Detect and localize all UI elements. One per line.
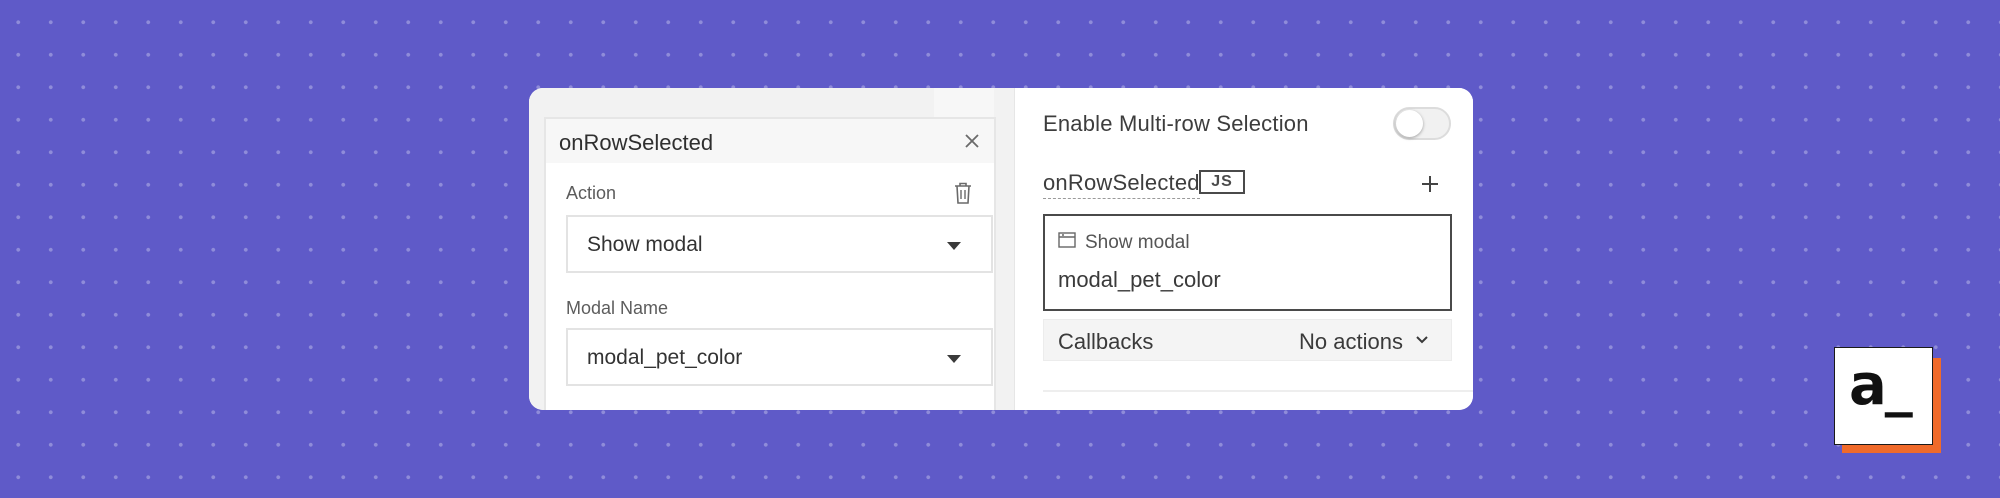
- action-card-value: modal_pet_color: [1058, 267, 1221, 292]
- multi-row-selection-toggle[interactable]: [1393, 107, 1451, 140]
- modal-name-select-value: modal_pet_color: [587, 346, 743, 369]
- action-card[interactable]: Show modal modal_pet_color: [1043, 214, 1452, 311]
- js-toggle-button[interactable]: JS: [1199, 170, 1245, 194]
- callbacks-value: No actions: [1299, 329, 1403, 354]
- close-icon[interactable]: [962, 131, 982, 151]
- chevron-down-icon: [947, 355, 961, 363]
- canvas-area: onRowSelected Action Show modal Modal Na…: [529, 88, 1014, 410]
- action-select-value: Show modal: [587, 233, 703, 256]
- appsmith-logo: a_: [1834, 347, 1933, 445]
- action-popup-title: onRowSelected: [559, 130, 714, 155]
- multi-row-selection-label: Enable Multi-row Selection: [1043, 111, 1309, 136]
- action-select[interactable]: Show modal: [566, 215, 993, 273]
- properties-pane: Enable Multi-row Selection onRowSelected…: [1015, 88, 1473, 410]
- modal-window-icon: [1058, 232, 1076, 248]
- trash-icon[interactable]: [952, 181, 974, 205]
- callbacks-label: Callbacks: [1058, 329, 1154, 354]
- section-divider: [1043, 390, 1473, 392]
- action-popup: onRowSelected Action Show modal Modal Na…: [544, 117, 996, 410]
- property-pane-card: onRowSelected Action Show modal Modal Na…: [529, 88, 1473, 410]
- action-label: Action: [566, 183, 617, 203]
- action-card-type: Show modal: [1085, 232, 1190, 253]
- chevron-down-icon: [1416, 336, 1428, 344]
- callbacks-row[interactable]: Callbacks No actions: [1043, 319, 1452, 361]
- chevron-down-icon: [947, 242, 961, 250]
- modal-name-label: Modal Name: [566, 298, 669, 318]
- logo-text: a_: [1849, 353, 1913, 418]
- on-row-selected-label: onRowSelected: [1043, 170, 1200, 199]
- plus-icon[interactable]: [1419, 173, 1441, 195]
- toggle-knob: [1396, 110, 1423, 137]
- action-popup-header: onRowSelected: [546, 119, 994, 163]
- modal-name-select[interactable]: modal_pet_color: [566, 328, 993, 386]
